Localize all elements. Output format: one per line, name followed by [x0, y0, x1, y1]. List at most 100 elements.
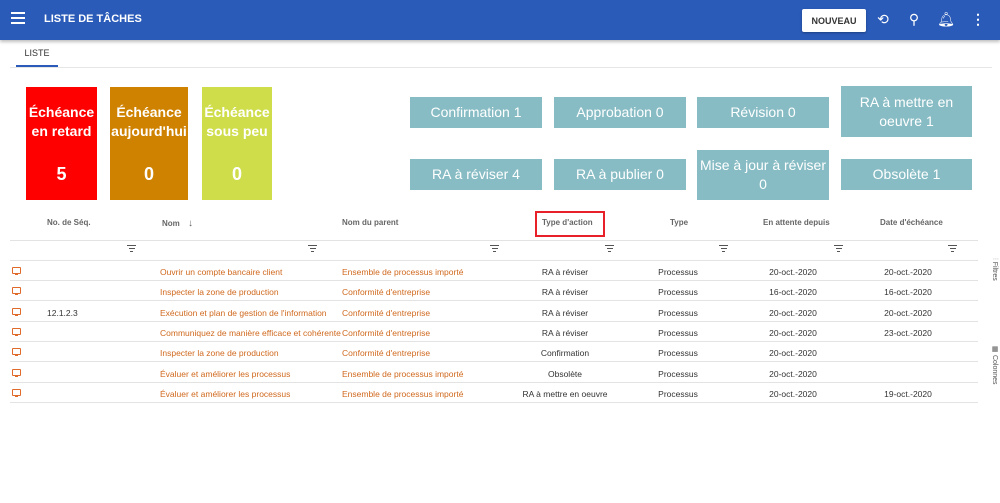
cell-parent[interactable]: Ensemble de processus importé: [342, 267, 463, 277]
col-label: Nom: [162, 219, 180, 228]
cell-waiting-since: 20-oct.-2020: [769, 327, 817, 338]
filters-panel-toggle[interactable]: ⫶ Filtres: [990, 258, 998, 281]
cell-name[interactable]: Évaluer et améliorer les processus: [160, 369, 290, 379]
action-approbation[interactable]: Approbation 0: [554, 97, 686, 128]
action-ra-review[interactable]: RA à réviser 4: [410, 159, 542, 190]
card-today[interactable]: Échéance aujourd'hui 0: [110, 87, 188, 200]
col-waiting-since[interactable]: En attente depuis: [763, 218, 830, 227]
table-row[interactable]: Inspecter la zone de production Conformit…: [10, 281, 978, 302]
filter-icon[interactable]: [127, 245, 136, 252]
action-ra-publish[interactable]: RA à publier 0: [554, 159, 686, 190]
divider: [10, 67, 992, 68]
cell-due-date: 16-oct.-2020: [884, 287, 932, 298]
cell-action-type: RA à mettre en oeuvre: [522, 388, 608, 399]
table-row[interactable]: Évaluer et améliorer les processus Ensemb…: [10, 383, 978, 403]
cell-seq: 12.1.2.3: [47, 307, 78, 318]
cell-type: Processus: [658, 368, 698, 379]
cell-type: Processus: [658, 348, 698, 359]
columns-panel-toggle[interactable]: ▦ Colonnes: [990, 345, 998, 385]
card-soon[interactable]: Échéance sous peu 0: [202, 87, 272, 200]
cell-action-type: RA à réviser: [541, 307, 589, 318]
cell-waiting-since: 20-oct.-2020: [769, 348, 817, 359]
monitor-icon[interactable]: [12, 388, 21, 397]
action-confirmation[interactable]: Confirmation 1: [410, 97, 542, 128]
card-label: Échéance en retard: [28, 104, 95, 139]
cell-type: Processus: [658, 267, 698, 277]
cell-due-date: 20-oct.-2020: [884, 267, 932, 277]
monitor-icon[interactable]: [12, 267, 21, 275]
card-count: 0: [143, 164, 154, 184]
filter-icon[interactable]: [605, 245, 614, 252]
filters-label: Filtres: [991, 261, 998, 281]
cell-waiting-since: 20-oct.-2020: [769, 307, 817, 318]
cell-waiting-since: 20-oct.-2020: [769, 368, 817, 379]
col-type[interactable]: Type: [670, 218, 688, 227]
filter-icon[interactable]: [308, 245, 317, 252]
cell-action-type: Confirmation: [540, 348, 590, 359]
cell-name[interactable]: Inspecter la zone de production: [160, 348, 279, 358]
monitor-icon[interactable]: [12, 368, 21, 377]
action-obsolete[interactable]: Obsolète 1: [841, 159, 972, 190]
highlight-box: [535, 211, 605, 237]
cell-type: Processus: [658, 287, 698, 298]
cell-type: Processus: [658, 307, 698, 318]
action-revision[interactable]: Révision 0: [697, 97, 829, 128]
new-button[interactable]: NOUVEAU: [802, 9, 866, 32]
monitor-icon[interactable]: [12, 327, 21, 336]
cell-action-type: RA à réviser: [541, 267, 589, 277]
cell-parent[interactable]: Conformité d'entreprise: [342, 348, 430, 358]
cell-parent[interactable]: Conformité d'entreprise: [342, 287, 430, 297]
col-due-date[interactable]: Date d'échéance: [880, 218, 943, 227]
cell-name[interactable]: Inspecter la zone de production: [160, 287, 279, 297]
app-header: LISTE DE TÂCHES NOUVEAU ⟲ ⚲ 🔔︎ ⋮: [0, 0, 1000, 40]
table-row[interactable]: 12.1.2.3 Exécution et plan de gestion de …: [10, 302, 978, 322]
card-label: Échéance aujourd'hui: [111, 104, 187, 139]
filter-icon[interactable]: [834, 245, 843, 252]
action-update-review[interactable]: Mise à jour à réviser 0: [697, 150, 829, 200]
table-row[interactable]: Évaluer et améliorer les processus Ensemb…: [10, 363, 978, 383]
filter-icon[interactable]: [490, 245, 499, 252]
divider: [10, 240, 978, 241]
columns-grid-icon: ▦: [991, 345, 998, 355]
cell-name[interactable]: Évaluer et améliorer les processus: [160, 389, 290, 399]
card-count: 5: [56, 164, 67, 184]
tab-liste[interactable]: LISTE: [16, 46, 58, 67]
action-ra-implement[interactable]: RA à mettre en oeuvre 1: [841, 86, 972, 137]
monitor-icon[interactable]: [12, 287, 21, 296]
cell-waiting-since: 16-oct.-2020: [769, 287, 817, 298]
cell-due-date: 19-oct.-2020: [884, 388, 932, 399]
monitor-icon[interactable]: [12, 307, 21, 316]
monitor-icon[interactable]: [12, 348, 21, 357]
cell-type: Processus: [658, 388, 698, 399]
cell-name[interactable]: Communiquez de manière efficace et cohér…: [160, 328, 341, 338]
table-row[interactable]: Inspecter la zone de production Conformit…: [10, 342, 978, 363]
search-icon[interactable]: ⚲: [905, 10, 923, 28]
menu-icon[interactable]: [11, 12, 25, 24]
cell-due-date: 23-oct.-2020: [884, 327, 932, 338]
filter-icon[interactable]: [948, 245, 957, 252]
table-row[interactable]: Communiquez de manière efficace et cohér…: [10, 322, 978, 342]
bell-icon[interactable]: 🔔︎: [937, 10, 955, 28]
columns-label: Colonnes: [991, 354, 998, 385]
cell-parent[interactable]: Conformité d'entreprise: [342, 308, 430, 318]
cell-action-type: RA à réviser: [541, 287, 589, 298]
sort-down-icon[interactable]: ↓: [188, 218, 193, 229]
table-row[interactable]: Ouvrir un compte bancaire client Ensemble…: [10, 261, 978, 281]
cell-type: Processus: [658, 327, 698, 338]
cell-parent[interactable]: Conformité d'entreprise: [342, 328, 430, 338]
card-label: Échéance sous peu: [204, 104, 270, 139]
card-overdue[interactable]: Échéance en retard 5: [26, 87, 97, 200]
col-seq[interactable]: No. de Séq.: [47, 218, 91, 227]
col-parent[interactable]: Nom du parent: [342, 218, 398, 227]
cell-due-date: 20-oct.-2020: [884, 307, 932, 318]
cell-parent[interactable]: Ensemble de processus importé: [342, 389, 463, 399]
cell-parent[interactable]: Ensemble de processus importé: [342, 369, 463, 379]
more-icon[interactable]: ⋮: [969, 10, 987, 28]
cell-name[interactable]: Exécution et plan de gestion de l'inform…: [160, 308, 327, 318]
col-name[interactable]: Nom ↓: [162, 218, 193, 229]
cell-name[interactable]: Ouvrir un compte bancaire client: [160, 267, 282, 277]
filter-icon[interactable]: [719, 245, 728, 252]
cell-action-type: Obsolète: [547, 368, 583, 379]
cell-waiting-since: 20-oct.-2020: [769, 267, 817, 277]
history-icon[interactable]: ⟲: [874, 10, 892, 28]
